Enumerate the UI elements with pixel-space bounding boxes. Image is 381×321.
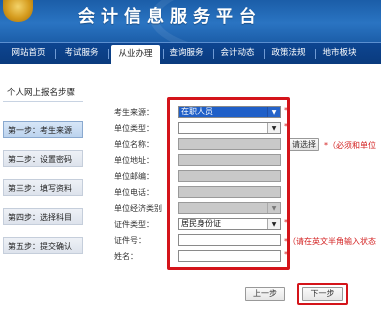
id-number-note: *（请在英文半角输入状态 — [284, 237, 376, 246]
source-label: 考生来源： — [114, 108, 154, 117]
step-1-source[interactable]: 第一步：考生来源 — [3, 121, 83, 138]
national-emblem-icon — [3, 0, 33, 22]
nav-item-policy-regulations[interactable]: 政策法规 — [266, 43, 311, 64]
name-label: 姓名： — [114, 252, 138, 261]
id-type-label: 证件类型： — [114, 220, 154, 229]
unit-type-label: 单位类型： — [114, 124, 154, 133]
unit-econ-label: 单位经济类别 — [114, 204, 162, 213]
form-highlight-box — [167, 97, 290, 270]
step-3-details[interactable]: 第三步：填写资料 — [3, 179, 83, 196]
sidebar-title: 个人网上报名步骤 — [3, 86, 83, 102]
nav-item-home[interactable]: 网站首页 — [6, 43, 51, 64]
next-button-highlight — [297, 283, 348, 305]
unit-required-note: *（必须和单位 — [324, 141, 376, 150]
nav-separator — [55, 49, 56, 59]
step-5-confirm[interactable]: 第五步：提交确认 — [3, 237, 83, 254]
id-number-label: 证件号： — [114, 236, 146, 245]
unit-name-label: 单位名称： — [114, 140, 154, 149]
nav-item-accounting-news[interactable]: 会计动态 — [215, 43, 260, 64]
step-4-subjects[interactable]: 第四步：选择科目 — [3, 208, 83, 225]
choose-unit-button[interactable]: 请选择 — [289, 138, 319, 151]
step-2-password[interactable]: 第二步：设置密码 — [3, 150, 83, 167]
nav-item-exam-service[interactable]: 考试服务 — [59, 43, 104, 64]
nav-separator — [264, 49, 265, 59]
nav-separator — [213, 49, 214, 59]
main-nav: 网站首页 考试服务 从业办理 查询服务 会计动态 政策法规 地市板块 — [0, 42, 381, 64]
nav-item-query-service[interactable]: 查询服务 — [164, 43, 209, 64]
unit-address-label: 单位地址： — [114, 156, 154, 165]
prev-step-button[interactable]: 上一步 — [245, 287, 285, 301]
nav-item-practice-handling[interactable]: 从业办理 — [111, 45, 160, 64]
nav-item-city-sections[interactable]: 地市板块 — [317, 43, 362, 64]
unit-phone-label: 单位电话： — [114, 188, 154, 197]
nav-separator — [108, 49, 109, 59]
site-header: 会计信息服务平台 — [0, 0, 381, 42]
unit-postcode-label: 单位邮编： — [114, 172, 154, 181]
nav-separator — [315, 49, 316, 59]
site-title: 会计信息服务平台 — [78, 7, 262, 27]
